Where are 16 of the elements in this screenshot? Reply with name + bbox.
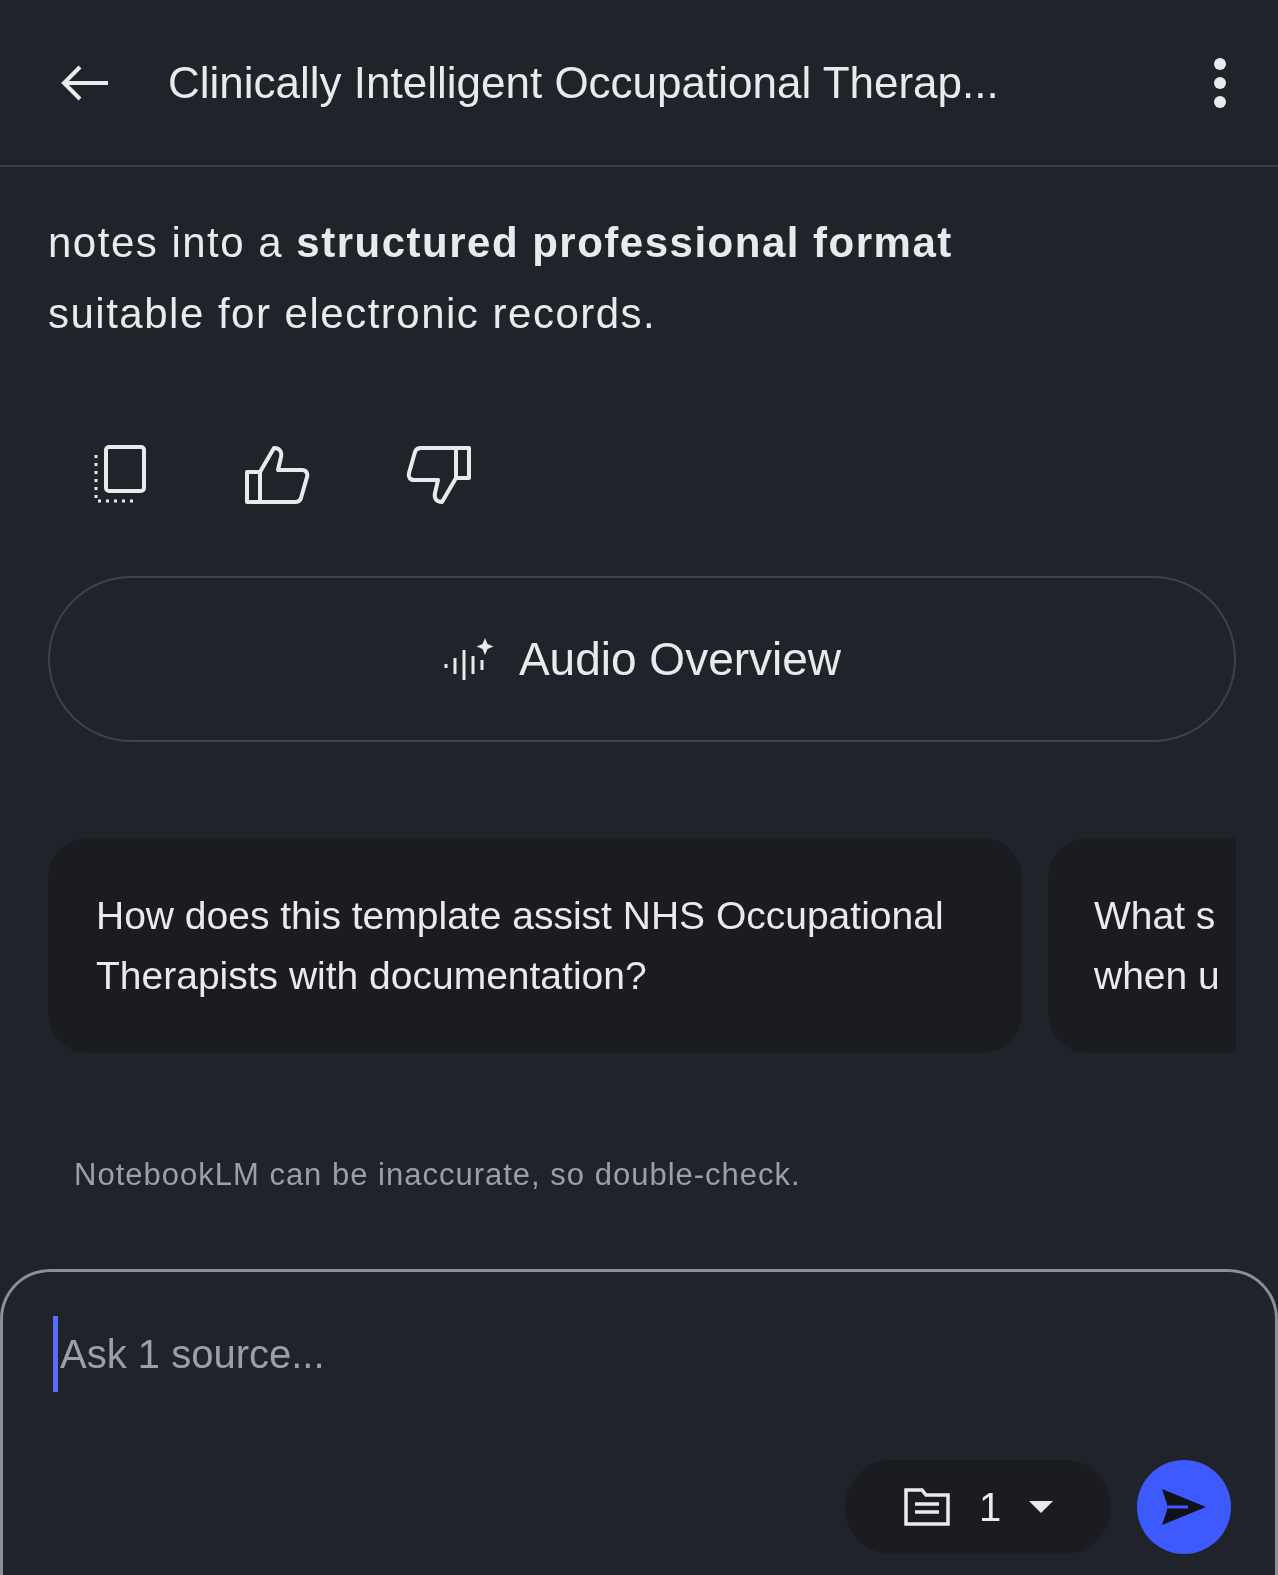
window-title: Clinically Intelligent Occupational Therap... (168, 57, 1000, 108)
thumbs-down-icon[interactable] (406, 444, 472, 506)
input-field[interactable]: Ask 1 source... (53, 1314, 1231, 1394)
source-selector[interactable]: 1 (845, 1460, 1111, 1554)
send-icon (1160, 1487, 1208, 1527)
suggestion-card[interactable]: How does this template assist NHS Occupational Therapists with documentation? (48, 838, 1022, 1053)
audio-overview-button[interactable]: Audio Overview (48, 576, 1236, 742)
sparkle-waveform-icon (442, 636, 495, 682)
question-input[interactable]: Ask 1 source... (58, 1330, 1231, 1378)
answer-text: notes into a structured professional format suitable for electronic records. (48, 218, 954, 339)
dropdown-caret-icon (1029, 1501, 1054, 1513)
document-icon (902, 1487, 951, 1527)
more-options-icon[interactable] (1212, 56, 1228, 109)
thumbs-up-icon[interactable] (244, 444, 310, 506)
suggestion-card[interactable]: What s when u (1048, 838, 1236, 1053)
disclaimer-text: NotebookLM can be inaccurate, so double-check. (74, 1157, 802, 1193)
